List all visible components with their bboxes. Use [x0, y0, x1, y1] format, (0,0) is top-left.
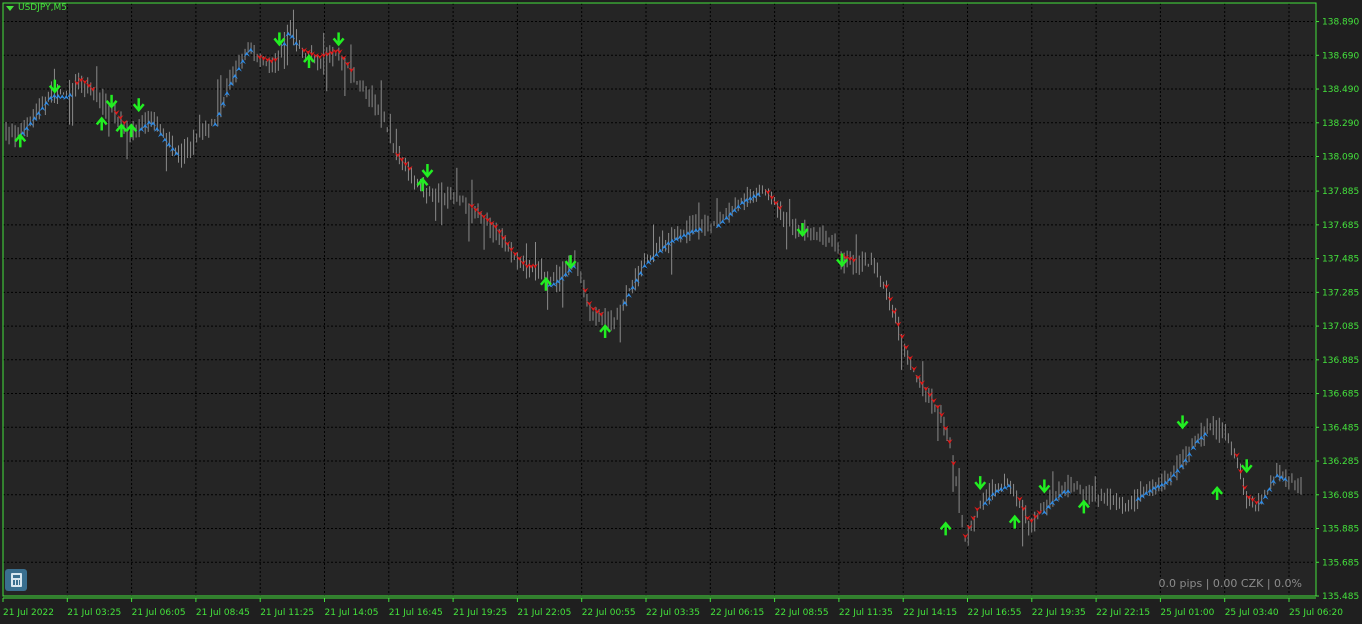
x-tick-label: 21 Jul 14:05 [325, 608, 379, 618]
y-tick-label: 138.890 [1322, 18, 1359, 28]
y-tick-label: 137.485 [1322, 255, 1359, 265]
y-tick-label: 137.885 [1322, 187, 1359, 197]
x-tick-label: 21 Jul 16:45 [389, 608, 443, 618]
x-tick-label: 22 Jul 22:15 [1096, 608, 1150, 618]
x-tick-label: 21 Jul 03:25 [67, 608, 121, 618]
price-chart[interactable]: 138.890 138.690 138.490 138.290 138.090 137.8… [0, 0, 1362, 624]
x-tick-label: 22 Jul 14:15 [903, 608, 957, 618]
x-tick-label: 25 Jul 06:20 [1289, 608, 1343, 618]
y-tick-label: 138.690 [1322, 51, 1359, 61]
y-tick-label: 137.085 [1322, 322, 1359, 332]
y-tick-label: 137.685 [1322, 221, 1359, 231]
x-tick-label: 21 Jul 08:45 [196, 608, 250, 618]
position-stats: 0.0 pips | 0.00 CZK | 0.0% [1158, 577, 1302, 590]
y-tick-label: 135.885 [1322, 525, 1359, 535]
y-tick-label: 136.885 [1322, 356, 1359, 366]
symbol-label[interactable]: USDJPY,M5 [6, 3, 67, 13]
y-tick-label: 138.290 [1322, 119, 1359, 129]
x-tick-label: 22 Jul 16:55 [968, 608, 1022, 618]
x-tick-label: 21 Jul 19:25 [453, 608, 507, 618]
y-tick-label: 136.485 [1322, 423, 1359, 433]
x-tick-label: 22 Jul 19:35 [1032, 608, 1086, 618]
calculator-icon[interactable] [5, 569, 27, 591]
y-tick-label: 136.085 [1322, 491, 1359, 501]
x-tick-label: 25 Jul 01:00 [1160, 608, 1214, 618]
x-tick-label: 21 Jul 06:05 [132, 608, 186, 618]
y-tick-label: 136.285 [1322, 457, 1359, 467]
y-tick-label: 135.685 [1322, 558, 1359, 568]
x-tick-label: 22 Jul 06:15 [710, 608, 764, 618]
x-tick-label: 21 Jul 22:05 [517, 608, 571, 618]
symbol-text: USDJPY,M5 [18, 3, 67, 13]
x-tick-label: 22 Jul 11:35 [839, 608, 893, 618]
x-tick-label: 22 Jul 08:55 [775, 608, 829, 618]
y-tick-label: 136.685 [1322, 390, 1359, 400]
x-tick-label: 21 Jul 11:25 [260, 608, 314, 618]
y-tick-label: 138.490 [1322, 85, 1359, 95]
x-tick-label: 21 Jul 2022 [3, 608, 54, 618]
x-tick-label: 22 Jul 03:35 [646, 608, 700, 618]
y-tick-label: 135.485 [1322, 592, 1359, 602]
triangle-down-icon[interactable] [6, 5, 14, 11]
y-tick-label: 137.285 [1322, 288, 1359, 298]
y-tick-label: 138.090 [1322, 153, 1359, 163]
x-tick-label: 25 Jul 03:40 [1225, 608, 1279, 618]
x-tick-label: 22 Jul 00:55 [582, 608, 636, 618]
